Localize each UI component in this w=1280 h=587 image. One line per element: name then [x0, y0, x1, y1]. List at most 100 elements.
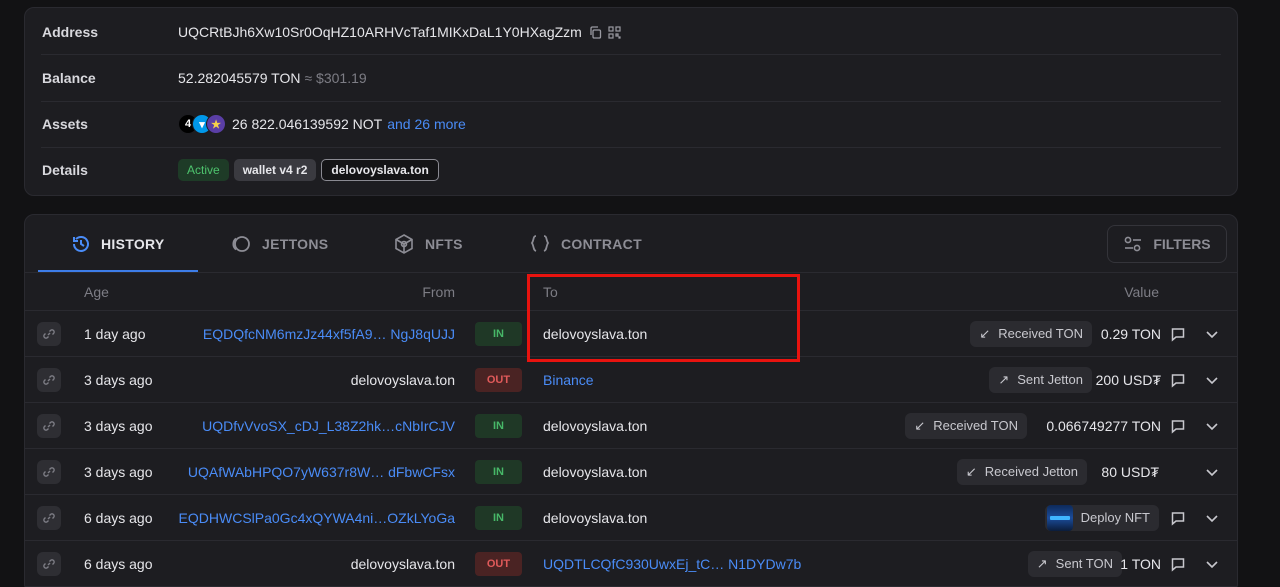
tab-nfts[interactable]: NFTS	[393, 215, 463, 273]
tab-bar: HISTORY JETTONS NFTS CONTRACT FILTERS	[25, 215, 1237, 273]
assets-more-link[interactable]: and 26 more	[387, 116, 466, 132]
direction-badge: IN	[475, 413, 522, 438]
tab-contract[interactable]: CONTRACT	[529, 215, 642, 273]
nft-thumbnail	[1046, 504, 1073, 531]
tab-label: CONTRACT	[561, 236, 642, 252]
qr-code-icon[interactable]	[607, 24, 623, 40]
table-row[interactable]: 6 days ago EQDHWCSlPa0Gc4xQYWA4ni…OZkLYo…	[25, 495, 1237, 541]
row-to: delovoyslava.ton	[543, 509, 648, 526]
arrow-up-right-icon: ↗	[998, 371, 1010, 387]
tx-type-label: Sent TON	[1055, 556, 1113, 571]
comment-icon[interactable]	[1170, 326, 1186, 342]
assets-icons: 4 ▾ ★	[178, 113, 228, 135]
address-value[interactable]: UQCRtBJh6Xw10Sr0OqHZ10ARHVcTaf1MIKxDaL1Y…	[178, 24, 582, 40]
tx-type-badge: ↙ Received TON	[970, 320, 1092, 347]
row-from-link[interactable]: EQDQfcNM6mzJz44xf5fA9… NgJ8qUJJ	[203, 326, 455, 342]
wallet-version-badge: wallet v4 r2	[233, 159, 317, 181]
link-icon[interactable]	[37, 459, 61, 484]
status-badge: Active	[178, 159, 229, 181]
balance-label: Balance	[42, 70, 96, 86]
assets-value-wrap: 4 ▾ ★ 26 822.046139592 NOT and 26 more	[178, 113, 466, 135]
comment-icon[interactable]	[1170, 372, 1186, 388]
table-row[interactable]: 3 days ago UQDfvVvoSX_cDJ_L38Z2hk…cNbIrC…	[25, 403, 1237, 449]
tx-type-badge: Deploy NFT	[1044, 504, 1159, 531]
row-from-link[interactable]: EQDHWCSlPa0Gc4xQYWA4ni…OZkLYoGa	[179, 510, 455, 526]
row-to: delovoyslava.ton	[543, 417, 648, 434]
tx-type-badge: ↗ Sent TON	[1027, 550, 1122, 577]
row-from-link[interactable]: UQDfvVvoSX_cDJ_L38Z2hk…cNbIrCJV	[202, 418, 455, 434]
tx-type-badge: ↙ Received TON	[905, 412, 1027, 439]
assets-value: 26 822.046139592 NOT	[232, 116, 383, 132]
filters-icon	[1124, 236, 1142, 252]
tab-history[interactable]: HISTORY	[71, 215, 165, 273]
row-age: 6 days ago	[84, 555, 153, 572]
chevron-down-icon[interactable]	[1204, 418, 1220, 434]
row-amount: 1 TON	[1120, 555, 1161, 572]
row-age: 3 days ago	[84, 417, 153, 434]
history-card: HISTORY JETTONS NFTS CONTRACT FILTERS Ag…	[24, 214, 1238, 587]
tab-label: HISTORY	[101, 236, 165, 252]
row-amount: 0.066749277 TON	[1046, 417, 1161, 434]
active-tab-indicator	[38, 270, 198, 272]
arrow-down-left-icon: ↙	[914, 417, 926, 433]
balance-value: 52.282045579 TON	[178, 70, 301, 86]
link-icon[interactable]	[37, 413, 61, 438]
chevron-down-icon[interactable]	[1204, 372, 1220, 388]
chevron-down-icon[interactable]	[1204, 510, 1220, 526]
address-label: Address	[42, 24, 99, 40]
row-to-link[interactable]: UQDTLCQfC930UwxEj_tC… N1DYDw7b	[543, 556, 801, 572]
row-from-link[interactable]: UQAfWAbHPQO7yW637r8W… dFbwCFsx	[188, 464, 455, 480]
jetton-icon	[232, 236, 250, 252]
row-age: 3 days ago	[84, 371, 153, 388]
link-icon[interactable]	[37, 321, 61, 346]
tx-type-label: Sent Jetton	[1017, 372, 1083, 387]
row-amount: 200 USD₮	[1095, 371, 1161, 388]
comment-icon[interactable]	[1170, 418, 1186, 434]
column-header-value: Value	[1124, 283, 1159, 300]
link-icon[interactable]	[37, 505, 61, 530]
details-label: Details	[42, 162, 88, 178]
copy-icon[interactable]	[588, 24, 604, 40]
domain-badge[interactable]: delovoyslava.ton	[321, 159, 439, 181]
code-braces-icon	[530, 235, 550, 252]
column-header-age: Age	[84, 283, 109, 300]
tx-type-label: Deploy NFT	[1080, 510, 1150, 525]
link-icon[interactable]	[37, 367, 61, 392]
chevron-down-icon[interactable]	[1204, 464, 1220, 480]
row-amount: 0.29 TON	[1100, 325, 1161, 342]
nft-cube-icon	[395, 234, 413, 254]
row-to-link[interactable]: Binance	[543, 372, 594, 388]
balance-row: Balance 52.282045579 TON ≈ $301.19	[25, 55, 1237, 101]
direction-badge: OUT	[475, 367, 522, 392]
table-row[interactable]: 3 days ago UQAfWAbHPQO7yW637r8W… dFbwCFs…	[25, 449, 1237, 495]
red-highlight-annotation	[527, 274, 800, 362]
chevron-down-icon[interactable]	[1204, 326, 1220, 342]
star-token-icon: ★	[206, 114, 226, 134]
table-row[interactable]: 3 days ago delovoyslava.ton OUT Binance …	[25, 357, 1237, 403]
arrow-down-left-icon: ↙	[979, 325, 991, 341]
link-icon[interactable]	[37, 551, 61, 576]
comment-icon[interactable]	[1170, 556, 1186, 572]
balance-value-wrap: 52.282045579 TON ≈ $301.19	[178, 70, 367, 86]
tx-type-label: Received Jetton	[984, 464, 1078, 479]
tab-label: JETTONS	[262, 236, 329, 252]
chevron-down-icon[interactable]	[1204, 556, 1220, 572]
comment-icon[interactable]	[1170, 510, 1186, 526]
tab-jettons[interactable]: JETTONS	[230, 215, 328, 273]
details-row: Details Active wallet v4 r2 delovoyslava…	[25, 147, 1237, 193]
direction-badge: IN	[475, 459, 522, 484]
direction-badge: IN	[475, 505, 522, 530]
row-age: 6 days ago	[84, 509, 153, 526]
balance-fiat: ≈ $301.19	[304, 70, 367, 86]
row-from: delovoyslava.ton	[350, 371, 455, 388]
account-info-card: Address UQCRtBJh6Xw10Sr0OqHZ10ARHVcTaf1M…	[24, 7, 1238, 196]
history-icon	[73, 236, 89, 252]
filters-button[interactable]: FILTERS	[1107, 225, 1227, 263]
direction-badge: OUT	[475, 551, 522, 576]
details-badges: Active wallet v4 r2 delovoyslava.ton	[178, 159, 444, 181]
direction-badge: IN	[475, 321, 522, 346]
table-row[interactable]: 6 days ago delovoyslava.ton OUT UQDTLCQf…	[25, 541, 1237, 587]
row-age: 1 day ago	[84, 325, 146, 342]
column-header-from: From	[422, 283, 455, 300]
tx-type-badge: ↙ Received Jetton	[956, 458, 1087, 485]
